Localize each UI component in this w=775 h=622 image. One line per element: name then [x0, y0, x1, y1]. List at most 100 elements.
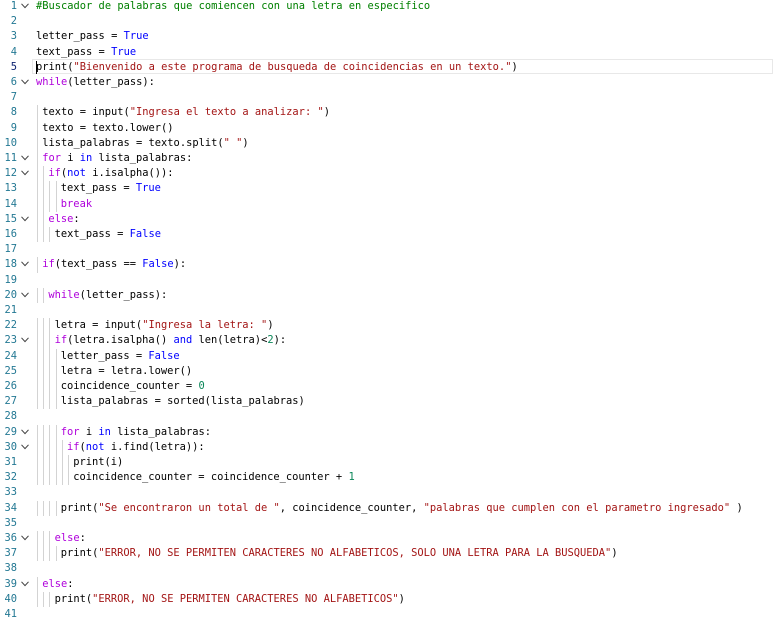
line-number: 36	[4, 532, 17, 544]
code-line[interactable]: 26 coincidence_counter = 0	[0, 379, 775, 394]
code-line[interactable]: 19	[0, 273, 775, 288]
code-line[interactable]: 16 text_pass = False	[0, 227, 775, 242]
text-cursor	[36, 60, 37, 74]
code-line[interactable]: 24 letter_pass = False	[0, 349, 775, 364]
code-line[interactable]: 1 #Buscador de palabras que comiencen con…	[0, 0, 775, 14]
chevron-down-icon[interactable]	[20, 0, 30, 14]
chevron-down-icon[interactable]	[20, 333, 30, 348]
indent-guide	[49, 318, 51, 334]
code-token: break	[60, 197, 93, 210]
code-line[interactable]: 38	[0, 561, 775, 576]
code-line[interactable]: 27 lista_palabras = sorted(lista_palabras…	[0, 394, 775, 409]
line-number: 19	[4, 273, 17, 286]
code-line[interactable]: 13 text_pass = True	[0, 181, 775, 196]
chevron-down-icon[interactable]	[20, 288, 30, 303]
chevron-down-icon[interactable]	[20, 440, 30, 455]
code-line[interactable]: 35	[0, 516, 775, 531]
code-line[interactable]: 10 lista_palabras = texto.split(" ")	[0, 136, 775, 151]
code-line[interactable]: 25 letra = letra.lower()	[0, 364, 775, 379]
code-token: text_pass =	[54, 228, 130, 240]
code-line[interactable]: 11 for i in lista_palabras:	[0, 151, 775, 166]
code-line[interactable]: 9 texto = texto.lower()	[0, 121, 775, 136]
code-line[interactable]: 12 if(not i.isalpha()):	[0, 166, 775, 181]
code-token: if	[42, 258, 55, 271]
indent-guide	[37, 135, 38, 151]
code-token: print(	[60, 501, 99, 514]
chevron-down-icon[interactable]	[20, 151, 30, 166]
chevron-down-icon[interactable]	[20, 75, 30, 90]
code-token: ):	[173, 258, 187, 271]
line-number: 6	[10, 76, 17, 88]
code-line[interactable]: 29 for i in lista_palabras:	[0, 425, 775, 440]
code-token: "ERROR, NO SE PERMITEN CARACTERES NO ALF…	[98, 547, 612, 560]
code-line[interactable]: 17	[0, 242, 775, 257]
indent-guide	[49, 439, 51, 455]
code-line[interactable]: 34 print("Se encontraron un total de ", c…	[0, 501, 775, 516]
code-line[interactable]: 8 texto = input("Ingresa el texto a anali…	[0, 105, 775, 120]
chevron-down-icon[interactable]	[20, 166, 30, 181]
code-line[interactable]: 3 letter_pass = True	[0, 29, 775, 44]
code-line[interactable]: 32 coincidence_counter = coincidence_coun…	[0, 470, 775, 485]
chevron-down-icon[interactable]	[20, 257, 30, 272]
chevron-down-icon[interactable]	[20, 425, 30, 440]
code-token: False	[129, 228, 161, 240]
code-line[interactable]: 18 if(text_pass == False):	[0, 257, 775, 272]
indent-guide	[43, 379, 45, 395]
code-line[interactable]: 37 print("ERROR, NO SE PERMITEN CARACTERE…	[0, 546, 775, 561]
code-text: letter_pass = False	[61, 349, 180, 364]
code-token: (letra.isalpha()	[67, 334, 174, 347]
code-line[interactable]: 15 else:	[0, 212, 775, 227]
indent-guide	[68, 455, 69, 471]
indent-guide	[43, 348, 45, 364]
code-line[interactable]: 14 break	[0, 197, 775, 212]
code-token: )	[323, 106, 330, 119]
code-line[interactable]: 39 else:	[0, 577, 775, 592]
code-line[interactable]: 40 print("ERROR, NO SE PERMITEN CARACTERE…	[0, 592, 775, 607]
indent-guide	[37, 287, 38, 303]
code-token: letter_pass =	[36, 30, 124, 43]
code-text: else:	[48, 212, 79, 227]
chevron-down-icon[interactable]	[20, 577, 30, 592]
indent-guide	[43, 181, 45, 197]
chevron-down-icon[interactable]	[20, 531, 30, 546]
code-line[interactable]: 21	[0, 303, 775, 318]
line-number: 3	[10, 30, 17, 43]
indent-guide	[55, 439, 57, 455]
code-line[interactable]: 28	[0, 409, 775, 424]
code-line[interactable]: 23 if(letra.isalpha() and len(letra)<2):	[0, 333, 775, 348]
chevron-down-icon[interactable]	[20, 212, 30, 227]
code-token: text_pass =	[36, 45, 112, 58]
code-token: texto = input(	[42, 106, 130, 119]
code-line[interactable]: 31 print(i)	[0, 455, 775, 470]
code-text: if(not i.isalpha()):	[48, 166, 173, 181]
indent-guide	[37, 181, 38, 197]
code-line[interactable]: 36 else:	[0, 531, 775, 546]
indent-guide	[43, 455, 45, 471]
indent-guide	[37, 591, 38, 607]
code-line[interactable]: 41	[0, 607, 775, 622]
code-token: )	[611, 547, 618, 560]
indent-guide	[43, 211, 45, 227]
code-token: :	[67, 577, 74, 590]
indent-guide	[43, 363, 45, 379]
code-line[interactable]: 20 while(letter_pass):	[0, 288, 775, 303]
indent-guide	[43, 591, 45, 607]
code-line[interactable]: 2	[0, 14, 775, 29]
code-token: )	[730, 501, 743, 514]
code-editor[interactable]: 1 #Buscador de palabras que comiencen con…	[0, 0, 775, 622]
line-number: 40	[4, 592, 17, 605]
indent-guide	[43, 196, 45, 212]
code-text: letter_pass = True	[36, 29, 149, 44]
code-line[interactable]: 7	[0, 90, 775, 105]
code-line[interactable]: 5 print("Bienvenido a este programa de bu…	[0, 60, 775, 75]
code-line[interactable]: 33	[0, 485, 775, 500]
code-token: (text_pass ==	[54, 258, 143, 271]
code-line[interactable]: 22 letra = input("Ingresa la letra: ")	[0, 318, 775, 333]
indent-guide	[55, 424, 57, 440]
indent-guide	[55, 348, 57, 364]
code-line[interactable]: 6 while(letter_pass):	[0, 75, 775, 90]
indent-guide	[49, 363, 51, 379]
code-line[interactable]: 30 if(not i.find(letra)):	[0, 440, 775, 455]
line-number: 37	[4, 547, 17, 560]
code-line[interactable]: 4 text_pass = True	[0, 45, 775, 60]
